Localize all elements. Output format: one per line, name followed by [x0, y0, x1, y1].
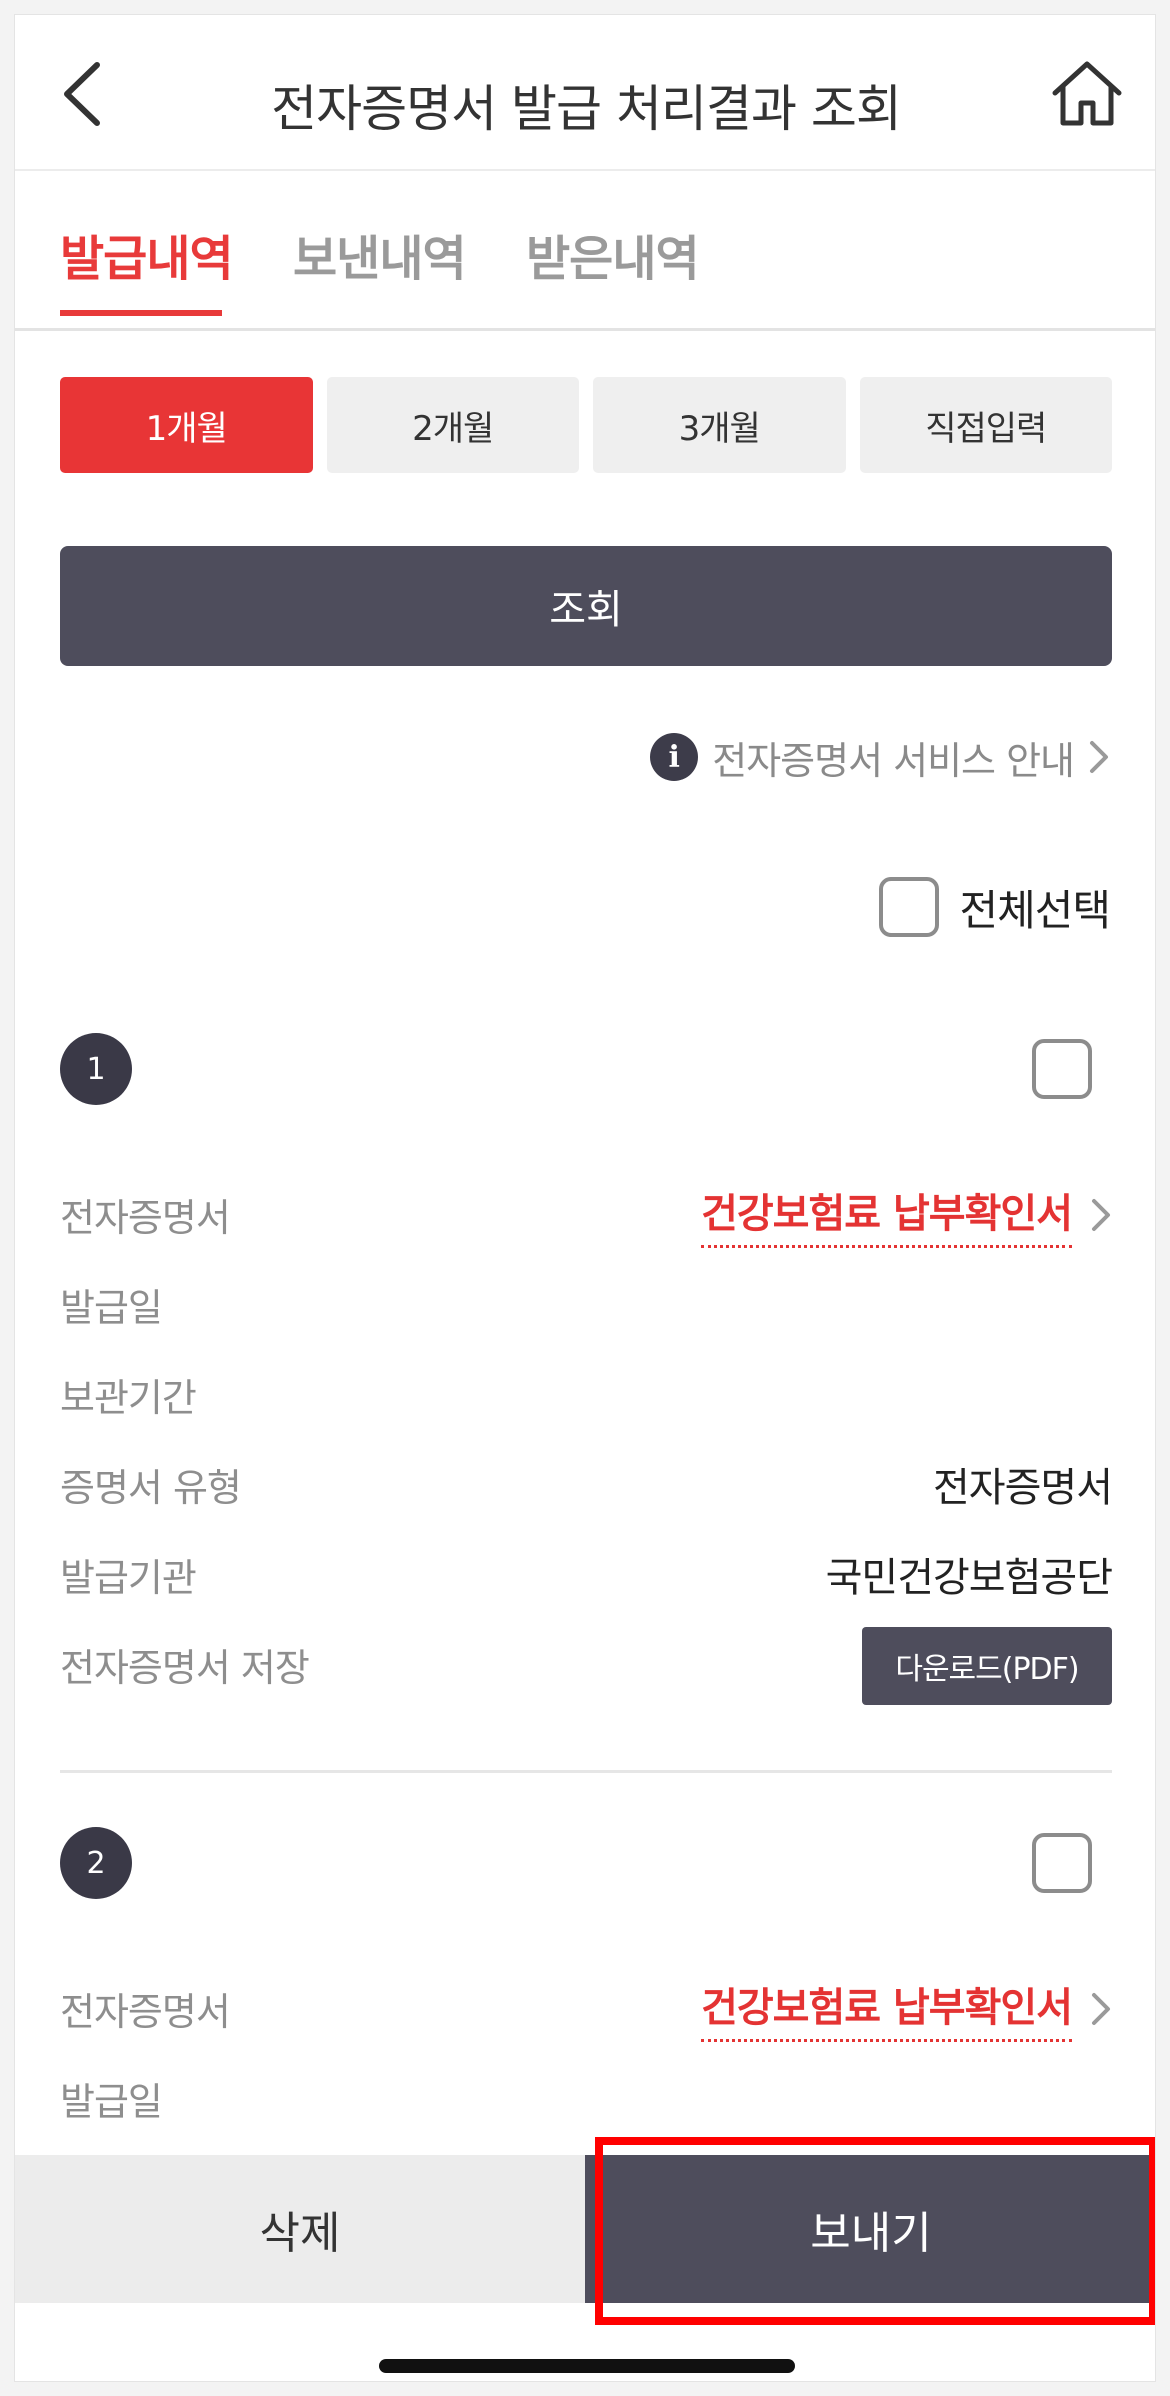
search-button[interactable]: 조회 — [60, 546, 1112, 666]
row-certificate: 전자증명서 건강보험료 납부확인서 — [60, 1975, 1112, 2042]
period-selector: 1개월 2개월 3개월 직접입력 — [60, 377, 1112, 473]
period-custom-button[interactable]: 직접입력 — [859, 377, 1112, 473]
item-number-badge: 1 — [60, 1033, 132, 1105]
certificate-item-2: 2 전자증명서 건강보험료 납부확인서 발급일 — [60, 1827, 1112, 2147]
period-2-month-button[interactable]: 2개월 — [326, 377, 579, 473]
chevron-right-icon — [1090, 741, 1108, 773]
certificate-link[interactable]: 건강보험료 납부확인서 — [701, 1975, 1112, 2042]
item-header: 2 — [60, 1827, 1112, 1903]
certificate-item-1: 1 전자증명서 건강보험료 납부확인서 발급일 보관기간 증명서 유형 전자증명… — [60, 1033, 1113, 1733]
tab-issued[interactable]: 발급내역 — [60, 219, 234, 289]
home-button[interactable] — [1047, 55, 1127, 131]
row-issue-date: 발급일 — [60, 2065, 1112, 2125]
certificate-name: 건강보험료 납부확인서 — [701, 1181, 1073, 1248]
row-label: 발급일 — [60, 1286, 163, 1330]
bottom-action-bar: 삭제 보내기 — [15, 2155, 1155, 2303]
certificate-name: 건강보험료 납부확인서 — [701, 1975, 1073, 2042]
row-label: 전자증명서 저장 — [60, 1646, 310, 1690]
row-label: 보관기간 — [60, 1376, 197, 1420]
page-title: 전자증명서 발급 처리결과 조회 — [271, 80, 902, 138]
home-icon — [1052, 61, 1122, 126]
item-checkbox[interactable] — [1032, 1833, 1092, 1893]
info-icon: i — [650, 733, 699, 781]
item-header: 1 — [60, 1033, 1112, 1109]
row-issue-date: 발급일 — [60, 1271, 1112, 1331]
select-all[interactable]: 전체선택 — [879, 875, 1111, 939]
tab-received[interactable]: 받은내역 — [526, 219, 700, 289]
item-number-badge: 2 — [60, 1827, 132, 1899]
row-value: 국민건강보험공단 — [825, 1555, 1113, 1601]
delete-button[interactable]: 삭제 — [15, 2155, 585, 2303]
row-retention: 보관기간 — [60, 1361, 1112, 1421]
period-3-month-button[interactable]: 3개월 — [593, 377, 846, 473]
row-agency: 발급기관 국민건강보험공단 — [60, 1541, 1113, 1601]
row-certificate: 전자증명서 건강보험료 납부확인서 — [60, 1181, 1112, 1248]
send-button[interactable]: 보내기 — [585, 2155, 1155, 2303]
row-save: 전자증명서 저장 다운로드(PDF) — [60, 1627, 1112, 1705]
service-info-label: 전자증명서 서비스 안내 — [712, 738, 1075, 783]
item-checkbox[interactable] — [1032, 1039, 1092, 1099]
select-all-checkbox[interactable] — [879, 877, 940, 937]
tab-bar: 발급내역 보낸내역 받은내역 — [15, 171, 1155, 331]
tab-sent[interactable]: 보낸내역 — [293, 219, 467, 289]
back-button[interactable] — [51, 59, 111, 129]
select-all-label: 전체선택 — [959, 885, 1111, 935]
download-pdf-button[interactable]: 다운로드(PDF) — [862, 1627, 1112, 1705]
row-type: 증명서 유형 전자증명서 — [60, 1451, 1113, 1511]
item-divider — [60, 1770, 1112, 1773]
service-info-link[interactable]: i 전자증명서 서비스 안내 — [650, 729, 1110, 785]
header: 전자증명서 발급 처리결과 조회 — [15, 15, 1155, 171]
row-label: 발급기관 — [60, 1556, 197, 1600]
row-label: 발급일 — [60, 2080, 163, 2124]
row-label: 증명서 유형 — [60, 1466, 242, 1510]
certificate-link[interactable]: 건강보험료 납부확인서 — [701, 1181, 1112, 1248]
row-label: 전자증명서 — [60, 1990, 231, 2034]
chevron-left-icon — [64, 62, 100, 126]
app-screen: 전자증명서 발급 처리결과 조회 발급내역 보낸내역 받은내역 1개월 2개월 … — [14, 14, 1156, 2382]
chevron-right-icon — [1092, 1992, 1110, 2025]
active-tab-indicator — [60, 310, 222, 316]
home-indicator[interactable] — [379, 2359, 795, 2373]
row-value: 전자증명서 — [933, 1465, 1113, 1511]
chevron-right-icon — [1092, 1198, 1110, 1231]
row-label: 전자증명서 — [60, 1196, 231, 1240]
period-1-month-button[interactable]: 1개월 — [60, 377, 313, 473]
